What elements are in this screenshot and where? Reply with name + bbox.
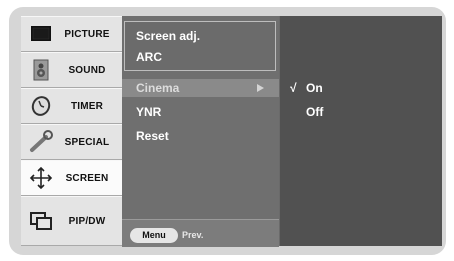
tab-label: SCREEN — [65, 172, 109, 184]
menu-item-ynr[interactable]: YNR — [136, 105, 161, 119]
menu-item-cinema[interactable]: Cinema — [136, 81, 179, 95]
submenu-arrow-icon — [257, 84, 264, 92]
adjust-popup: Screen adj. ARC — [124, 21, 276, 71]
tab-picture[interactable]: PICTURE — [21, 16, 122, 52]
picture-icon — [26, 21, 56, 47]
prev-label: Prev. — [182, 230, 204, 240]
checkmark-icon: √ — [290, 81, 297, 95]
tab-label: TIMER — [70, 100, 104, 112]
tab-label: PIP/DW — [68, 215, 106, 227]
column-divider — [279, 16, 280, 246]
menu-button[interactable]: Menu — [130, 228, 178, 243]
clock-icon — [26, 93, 56, 119]
footer-bar: Menu Prev. — [122, 219, 279, 247]
pip-icon — [26, 208, 56, 234]
popup-item-arc[interactable]: ARC — [136, 50, 162, 64]
menu-item-reset[interactable]: Reset — [136, 129, 169, 143]
tab-screen[interactable]: SCREEN — [21, 160, 122, 196]
speaker-icon — [26, 57, 56, 83]
tab-timer[interactable]: TIMER — [21, 88, 122, 124]
tab-label: SPECIAL — [64, 136, 110, 148]
option-on[interactable]: On — [306, 81, 323, 95]
tab-pipdw[interactable]: PIP/DW — [21, 196, 122, 246]
option-off[interactable]: Off — [306, 105, 323, 119]
tab-label: PICTURE — [64, 28, 110, 40]
tab-sound[interactable]: SOUND — [21, 52, 122, 88]
popup-item-screen-adj[interactable]: Screen adj. — [136, 29, 200, 43]
wrench-icon — [26, 129, 56, 155]
screen-arrows-icon — [26, 165, 56, 191]
tab-label: SOUND — [68, 64, 106, 76]
category-tabs: PICTURE SOUND TIMER SPECIAL SCREEN PIP/D… — [21, 16, 122, 246]
tab-special[interactable]: SPECIAL — [21, 124, 122, 160]
